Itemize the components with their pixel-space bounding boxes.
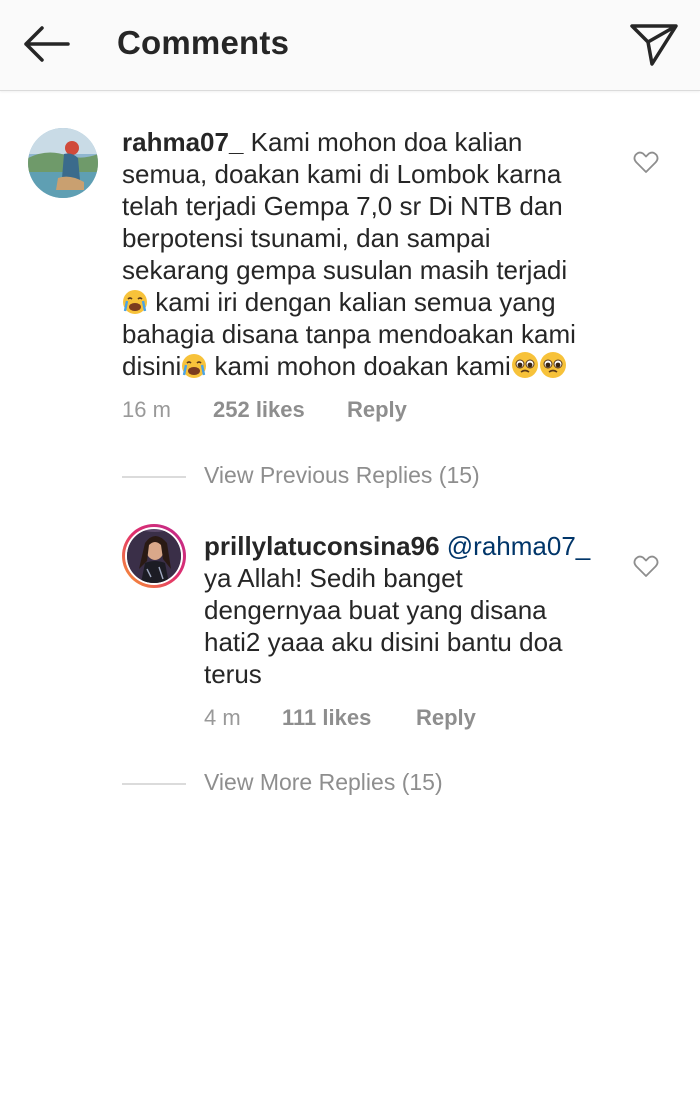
reply-line: terus: [204, 659, 262, 689]
reply-time: 4 m: [204, 705, 241, 730]
reply-line: dengernyaa buat yang disana: [204, 595, 547, 625]
divider-line: [122, 783, 186, 785]
heart-icon: [633, 555, 659, 577]
view-more-replies-label: View More Replies (15): [204, 769, 443, 795]
reply-item: prillylatuconsina96 @rahma07_ ya Allah! …: [0, 0, 700, 740]
avatar[interactable]: [122, 524, 186, 588]
like-button[interactable]: [633, 554, 659, 578]
reply-meta: 4 m 111 likes Reply: [204, 705, 604, 735]
reply-button[interactable]: Reply: [416, 705, 476, 731]
reply-username[interactable]: prillylatuconsina96: [204, 531, 440, 561]
likes-count[interactable]: 111 likes: [282, 705, 371, 731]
reply-line: hati2 yaaa aku disini bantu doa: [204, 627, 563, 657]
avatar-image: [127, 529, 181, 583]
mention-link[interactable]: @rahma07_: [447, 531, 590, 561]
reply-line: ya Allah! Sedih banget: [204, 563, 463, 593]
reply-text: prillylatuconsina96 @rahma07_ ya Allah! …: [204, 530, 624, 690]
view-more-replies[interactable]: View More Replies (15): [122, 769, 542, 799]
